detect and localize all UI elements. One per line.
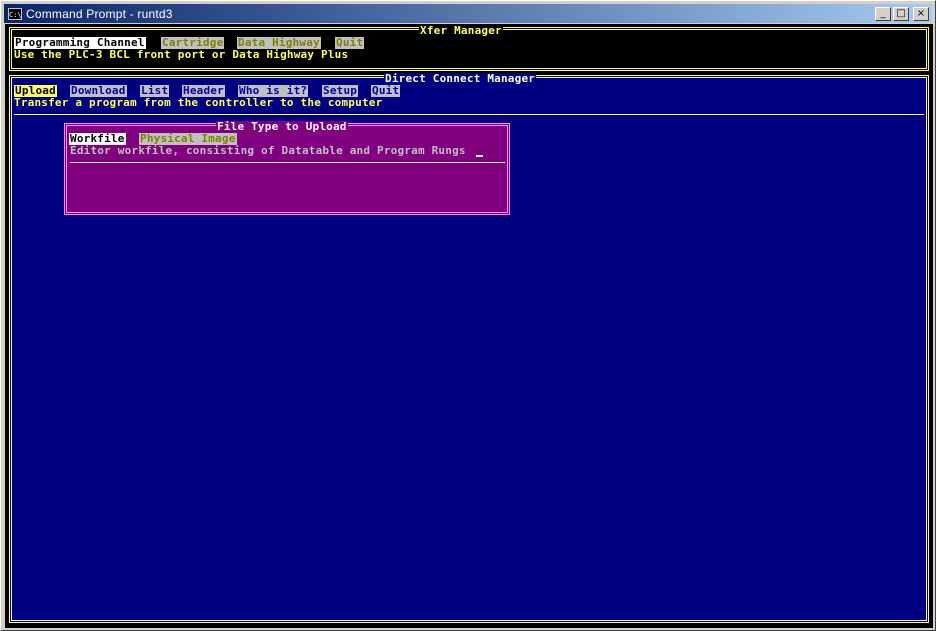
command-prompt-icon[interactable]: C:\ <box>8 7 22 20</box>
file-type-dialog <box>64 123 510 215</box>
window-title: Command Prompt - runtd3 <box>26 6 173 21</box>
xfer-manager-title: Xfer Manager <box>419 24 503 37</box>
xfer-description: Use the PLC-3 BCL front port or Data Hig… <box>14 48 349 61</box>
close-button[interactable]: × <box>913 6 929 21</box>
console-area[interactable]: Xfer Manager Programming Channel Cartrid… <box>5 24 933 628</box>
dcm-divider <box>14 114 924 115</box>
minimize-button[interactable]: _ <box>875 6 891 21</box>
dialog-description: Editor workfile, consisting of Datatable… <box>70 144 466 157</box>
title-bar[interactable]: C:\ Command Prompt - runtd3 _ □ × <box>4 4 932 23</box>
command-prompt-window: C:\ Command Prompt - runtd3 _ □ × Xfer M… <box>0 0 936 631</box>
dcm-description: Transfer a program from the controller t… <box>14 96 383 109</box>
maximize-button[interactable]: □ <box>893 6 909 21</box>
dialog-divider <box>70 162 505 163</box>
text-cursor <box>476 155 483 157</box>
direct-connect-manager-title: Direct Connect Manager <box>384 72 537 85</box>
